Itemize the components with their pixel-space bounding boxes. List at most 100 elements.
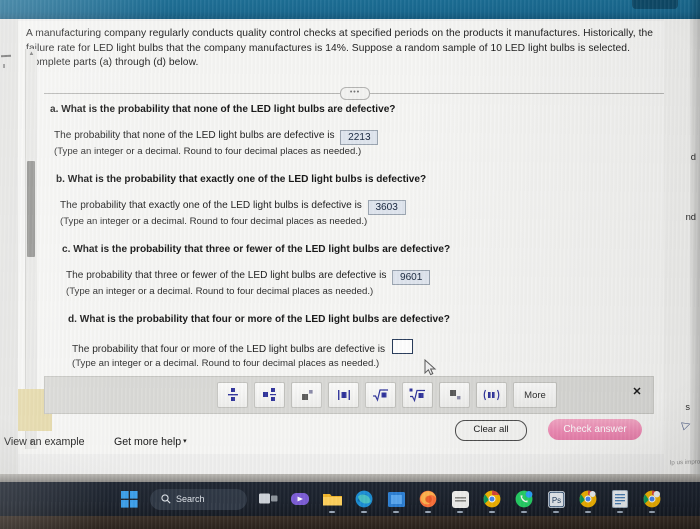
fraction-button[interactable] [217,382,248,408]
math-palette-toolbar: More ✕ [44,376,654,414]
running-indicator [329,511,335,513]
exponent-icon [301,390,313,400]
whatsapp-button[interactable] [513,488,535,513]
part-b-question: What is the probability that exactly one… [67,174,427,185]
app-icon [451,490,469,508]
photoshop-icon: Ps [547,490,565,508]
header-notch [632,0,678,9]
part-a-label: a. [50,104,59,115]
part-c: c. What is the probability that three or… [62,243,647,257]
running-indicator [585,511,591,513]
chrome-icon [483,490,501,508]
scroll-thumb[interactable] [27,161,35,257]
running-indicator [649,511,655,513]
chrome3-button[interactable] [641,488,663,513]
part-c-answer: The probability that three or fewer of t… [66,269,651,298]
square-root-icon [373,389,388,402]
chrome2-button[interactable] [577,488,599,513]
chrome-icon [579,490,597,508]
teams-button[interactable] [289,488,311,510]
search-icon [161,494,171,504]
square-root-button[interactable] [365,382,396,408]
part-d-question: What is the probability that four or mor… [79,314,450,325]
running-indicator [393,511,399,513]
part-d-answer-line: The probability that four or more of the… [72,339,657,357]
firefox-icon [419,490,437,508]
store-icon [387,491,405,507]
part-a-answer-line: The probability that none of the LED lig… [54,129,639,145]
part-c-answer-input[interactable]: 9601 [392,270,431,285]
screen-bezel-bottom [0,474,700,482]
nth-root-button[interactable] [402,382,433,408]
part-c-note: (Type an integer or a decimal. Round to … [66,286,374,297]
taskbar-items: Search Ps [118,485,663,513]
store-button[interactable] [385,488,407,513]
running-indicator [553,511,559,513]
part-a: a. What is the probability that none of … [50,103,635,117]
gutter-dot-icon [3,64,5,68]
footer-links: View an example Get more help ▾ [0,432,700,458]
part-c-question-line: c. What is the probability that three or… [62,243,647,257]
part-c-answer-line: The probability that three or fewer of t… [66,269,651,285]
whiteapp-button[interactable] [449,488,471,513]
file-explorer-button[interactable] [321,488,343,513]
search-input[interactable]: Search [150,488,247,510]
firefox-button[interactable] [417,488,439,513]
task-view-button[interactable] [257,488,279,510]
close-icon[interactable]: ✕ [631,386,643,398]
exponent-button[interactable] [291,382,322,408]
teams-icon [291,493,309,505]
part-c-question: What is the probability that three or fe… [73,244,451,255]
math-palette-buttons: More [217,382,557,408]
notes-button[interactable] [609,488,631,513]
desk-surface [0,516,700,529]
chrome-button[interactable] [481,488,503,513]
part-d-note: (Type an integer or a decimal. Round to … [72,358,380,370]
photoshop-button[interactable]: Ps [545,488,567,513]
chrome-icon [643,490,661,508]
windows-logo-icon [120,490,138,508]
part-d-answer: The probability that four or more of the… [72,339,657,370]
problem-statement: A manufacturing company regularly conduc… [26,28,654,69]
part-a-answer-prompt: The probability that none of the LED lig… [54,130,335,141]
running-indicator [617,511,623,513]
absolute-value-button[interactable] [328,382,359,408]
part-d-question-line: d. What is the probability that four or … [68,313,653,327]
subscript-button[interactable] [439,382,470,408]
screen: A manufacturing company regularly conduc… [0,0,700,529]
screen-bezel-right [690,0,700,474]
task-view-icon [258,493,277,504]
part-b-answer: The probability that exactly one of the … [60,199,645,228]
divider-ellipsis-pill[interactable]: ••• [340,87,370,100]
running-indicator [457,511,463,513]
mixed-number-icon [262,388,276,401]
edge-button[interactable] [353,488,375,513]
part-d-answer-input[interactable] [391,339,413,354]
app-header-bar [0,0,700,19]
part-b-question-line: b. What is the probability that exactly … [56,173,641,187]
scroll-up-arrow-icon[interactable]: ▲ [28,51,35,58]
scroll-divider: ••• [44,87,666,100]
interval-notation-icon [483,389,500,401]
part-a-question-line: a. What is the probability that none of … [50,103,635,117]
more-button[interactable]: More [513,382,557,408]
part-a-question: What is the probability that none of the… [61,104,396,115]
svg-text:Ps: Ps [551,496,560,505]
running-indicator [521,511,527,513]
start-button[interactable] [118,488,140,510]
search-placeholder: Search [176,494,205,504]
mixed-number-button[interactable] [254,382,285,408]
notes-icon [612,490,628,508]
view-an-example-link[interactable]: View an example [4,436,84,448]
exercise-body: a. What is the probability that none of … [40,103,640,371]
get-more-help-link[interactable]: Get more help ▾ [114,436,187,448]
folder-icon [322,494,342,506]
nth-root-icon [409,388,425,402]
part-a-answer-input[interactable]: 2213 [340,130,379,145]
absolute-value-icon [337,390,350,400]
part-d: d. What is the probability that four or … [68,313,653,327]
get-more-help-label: Get more help [114,436,182,448]
interval-notation-button[interactable] [476,382,507,408]
part-b-label: b. [56,174,65,185]
part-b-answer-input[interactable]: 3603 [367,200,406,215]
